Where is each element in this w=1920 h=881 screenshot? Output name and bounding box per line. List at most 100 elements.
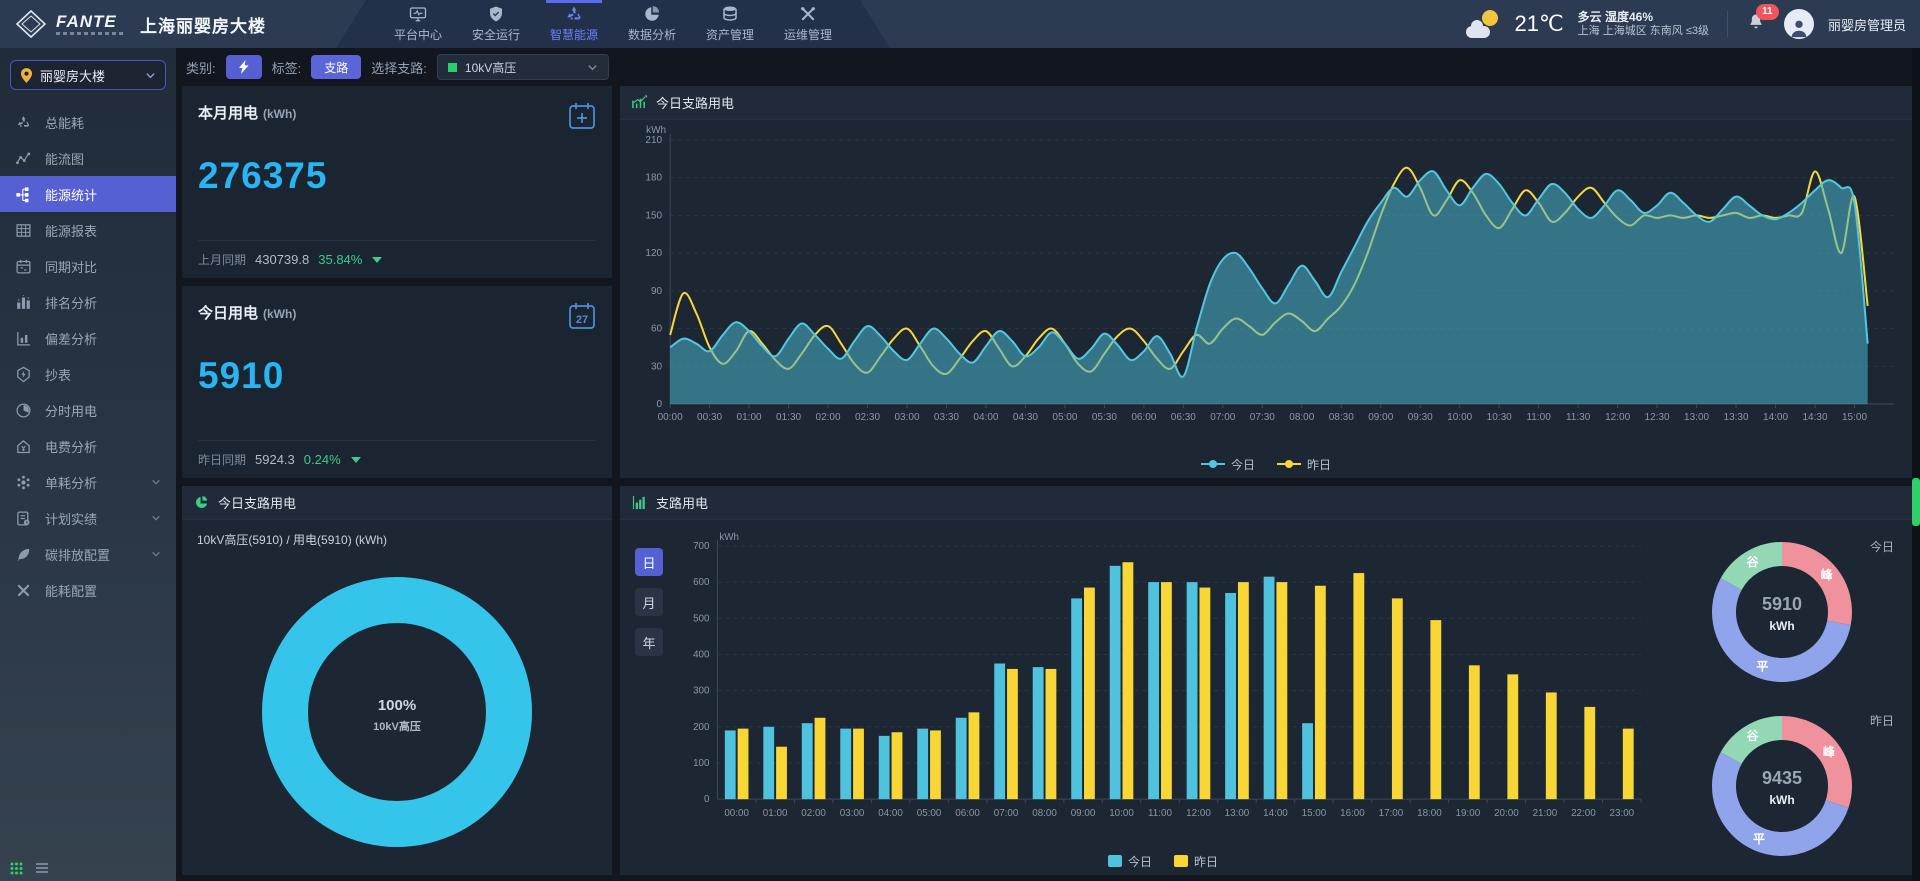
svg-text:22:00: 22:00 <box>1571 808 1596 819</box>
line-chart-legend: 今日 昨日 <box>620 450 1912 478</box>
svg-text:平: 平 <box>1756 660 1768 674</box>
branch-share-panel: 今日支路用电 10kV高压(5910) / 用电(5910) (kWh) 100… <box>182 486 612 875</box>
brand-logo: FANTE <box>14 9 126 39</box>
sidebar-item-13[interactable]: 碳排放配置 <box>0 536 176 572</box>
sidebar-item-label: 能源报表 <box>45 221 97 240</box>
branch-share-subtitle: 10kV高压(5910) / 用电(5910) (kWh) <box>182 520 612 548</box>
legend-swatch <box>1174 855 1188 867</box>
period-button-年[interactable]: 年 <box>635 628 663 656</box>
legend-item-昨日[interactable]: 昨日 <box>1277 456 1331 473</box>
svg-text:11:00: 11:00 <box>1148 808 1172 819</box>
recycle-icon <box>15 114 32 131</box>
sidebar-item-2[interactable]: 能流图 <box>0 140 176 176</box>
sidebar-item-4[interactable]: 能源报表 <box>0 212 176 248</box>
svg-text:9435: 9435 <box>1762 768 1802 788</box>
user-name[interactable]: 丽婴房管理员 <box>1828 15 1906 34</box>
decrease-arrow-icon <box>351 457 361 463</box>
calendar-plus-icon[interactable] <box>566 100 598 132</box>
svg-text:14:00: 14:00 <box>1263 808 1288 819</box>
svg-text:180: 180 <box>645 173 662 184</box>
tou-donut-column: 今日 峰平谷5910kWh 昨日 峰平谷9435kWh <box>1658 528 1906 875</box>
svg-text:14:00: 14:00 <box>1763 412 1789 423</box>
svg-text:01:30: 01:30 <box>776 412 802 423</box>
svg-text:100%: 100% <box>378 697 416 714</box>
sidebar-item-14[interactable]: 能耗配置 <box>0 572 176 608</box>
avatar[interactable] <box>1784 9 1814 39</box>
svg-text:00:00: 00:00 <box>724 808 749 819</box>
assets-icon <box>721 5 739 23</box>
sidebar-item-5[interactable]: 同期对比 <box>0 248 176 284</box>
legend-item-今日[interactable]: 今日 <box>1201 456 1255 473</box>
branch-tag-button[interactable]: 支路 <box>311 55 361 79</box>
svg-text:08:00: 08:00 <box>1032 808 1057 819</box>
calendar-day-icon[interactable]: 27 <box>566 300 598 332</box>
carbon-leaf-icon <box>15 546 32 563</box>
sidebar-item-label: 能流图 <box>45 149 84 168</box>
svg-text:谷: 谷 <box>1746 554 1759 569</box>
notifications-button[interactable]: 11 <box>1746 12 1770 36</box>
svg-text:03:00: 03:00 <box>894 412 920 423</box>
period-button-日[interactable]: 日 <box>635 548 663 576</box>
today-usage-value: 5910 <box>198 355 596 397</box>
branch-select-label: 选择支路: <box>371 58 427 77</box>
nav-item-4[interactable]: 数据分析 <box>616 0 688 48</box>
nav-separator <box>1727 11 1728 37</box>
nav-item-1[interactable]: 平台中心 <box>382 0 454 48</box>
legend-label: 今日 <box>1231 456 1255 473</box>
sidebar-item-8[interactable]: 抄表 <box>0 356 176 392</box>
month-card-title: 本月用电 <box>198 105 258 122</box>
today-ref-value: 5924.3 <box>255 452 295 467</box>
vertical-scrollbar[interactable] <box>1912 48 1920 881</box>
branch-dropdown[interactable]: 10kV高压 <box>437 54 609 80</box>
electricity-category-button[interactable] <box>226 55 262 79</box>
building-name: 丽婴房大楼 <box>40 66 105 85</box>
nav-item-3[interactable]: 智慧能源 <box>538 0 610 48</box>
main-row: 丽婴房大楼 总能耗能流图能源统计能源报表同期对比排名分析偏差分析抄表分时用电电费… <box>0 48 1920 881</box>
legend-item-今日[interactable]: 今日 <box>1108 853 1152 870</box>
svg-text:13:00: 13:00 <box>1684 412 1710 423</box>
ranking-icon <box>15 294 32 311</box>
svg-text:60: 60 <box>651 324 663 335</box>
yesterday-tou-tag: 昨日 <box>1870 712 1894 729</box>
svg-text:200: 200 <box>693 722 710 733</box>
month-usage-value: 276375 <box>198 155 596 197</box>
sidebar-item-10[interactable]: 电费分析 <box>0 428 176 464</box>
pie-chart-icon <box>194 495 209 510</box>
sidebar-item-label: 能源统计 <box>45 185 97 204</box>
sidebar-item-12[interactable]: 计划实绩 <box>0 500 176 536</box>
sidebar-item-label: 计划实绩 <box>45 509 97 528</box>
decrease-arrow-icon <box>372 257 382 263</box>
yesterday-tou-donut: 昨日 峰平谷9435kWh <box>1658 702 1906 876</box>
svg-text:03:30: 03:30 <box>934 412 960 423</box>
today-card-footer: 昨日同期 5924.3 0.24% <box>198 440 596 468</box>
nav-item-5[interactable]: 资产管理 <box>694 0 766 48</box>
sidebar-item-6[interactable]: 排名分析 <box>0 284 176 320</box>
chevron-down-icon <box>151 477 161 487</box>
legend-item-昨日[interactable]: 昨日 <box>1174 853 1218 870</box>
sidebar-item-label: 分时用电 <box>45 401 97 420</box>
svg-text:谷: 谷 <box>1746 728 1759 743</box>
scrollbar-thumb[interactable] <box>1912 478 1920 526</box>
building-selector[interactable]: 丽婴房大楼 <box>10 60 166 90</box>
user-icon <box>1788 17 1810 39</box>
filter-bar: 类别: 标签: 支路 选择支路: 10kV高压 <box>182 48 1912 86</box>
menu-list-icon[interactable] <box>35 862 49 874</box>
period-button-月[interactable]: 月 <box>635 588 663 616</box>
svg-text:01:00: 01:00 <box>763 808 788 819</box>
sidebar-item-9[interactable]: 分时用电 <box>0 392 176 428</box>
sidebar-item-11[interactable]: 单耗分析 <box>0 464 176 500</box>
grid-dots-icon[interactable] <box>10 862 23 875</box>
sidebar-item-1[interactable]: 总能耗 <box>0 104 176 140</box>
line-panel-header: 今日支路用电 <box>620 86 1912 120</box>
sidebar-item-3[interactable]: 能源统计 <box>0 176 176 212</box>
svg-text:23:00: 23:00 <box>1610 808 1635 819</box>
sidebar-item-label: 电费分析 <box>45 437 97 456</box>
nav-item-2[interactable]: 安全运行 <box>460 0 532 48</box>
svg-text:08:00: 08:00 <box>1289 412 1315 423</box>
unit-analysis-icon <box>15 474 32 491</box>
svg-text:10:30: 10:30 <box>1487 412 1513 423</box>
ops-icon <box>799 5 817 23</box>
nav-item-6[interactable]: 运维管理 <box>772 0 844 48</box>
svg-text:5910: 5910 <box>1762 594 1802 614</box>
sidebar-item-7[interactable]: 偏差分析 <box>0 320 176 356</box>
